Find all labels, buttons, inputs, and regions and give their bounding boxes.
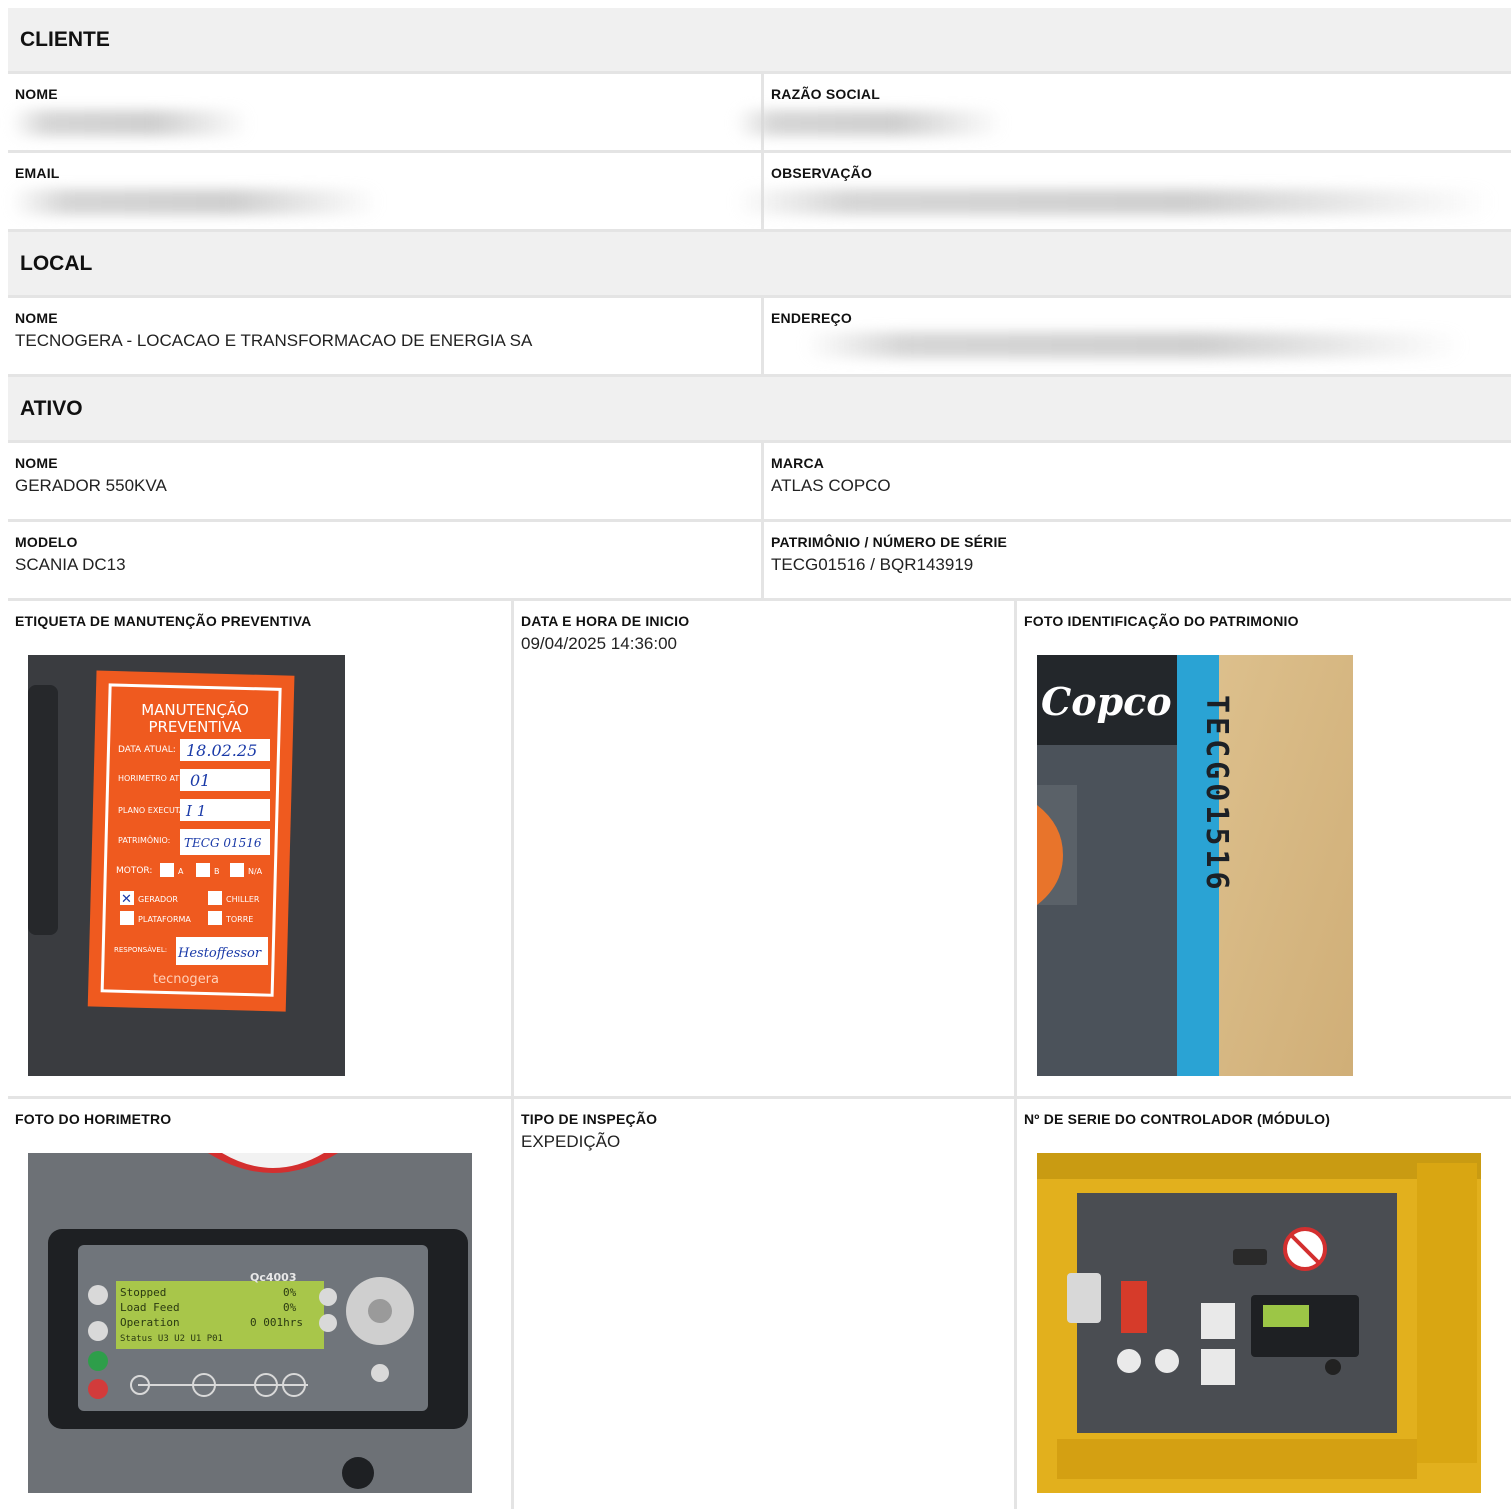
local-nome-label: NOME [15, 310, 58, 326]
local-row-1: NOME TECNOGERA - LOCACAO E TRANSFORMACAO… [8, 298, 1511, 377]
cliente-row-2: EMAIL OBSERVAÇÃO [8, 153, 1511, 232]
ativo-patrimonio-label: PATRIMÔNIO / NÚMERO DE SÉRIE [771, 534, 1008, 550]
horimetro-line1: Stopped [120, 1286, 166, 1299]
redacted-value [804, 332, 1464, 358]
ativo-photo-row-1: ETIQUETA DE MANUTENÇÃO PREVENTIVA MANUTE… [8, 601, 1511, 1099]
local-endereco-label: ENDEREÇO [771, 310, 852, 326]
ativo-patrimonio-value: TECG01516 / BQR143919 [771, 555, 974, 574]
ativo-marca-label: MARCA [771, 455, 825, 471]
ativo-nome-value: GERADOR 550KVA [15, 476, 167, 495]
cliente-razao-label: RAZÃO SOCIAL [771, 86, 880, 102]
redacted-value [734, 110, 1004, 136]
data-inicio-cell: DATA E HORA DE INICIO 09/04/2025 14:36:0… [511, 601, 1014, 1096]
etiqueta-patrimonio-value: TECG 01516 [184, 836, 262, 850]
etiqueta-responsavel-value: Hestoffessor [177, 946, 262, 961]
cliente-nome-cell: NOME [8, 74, 761, 150]
tipo-inspecao-label: TIPO DE INSPEÇÃO [521, 1111, 658, 1127]
etiqueta-torre: TORRE [225, 915, 253, 924]
etiqueta-opt-a: A [178, 867, 184, 876]
etiqueta-plano-value: I 1 [185, 802, 206, 820]
cliente-obs-cell: OBSERVAÇÃO [734, 153, 1511, 229]
local-nome-cell: NOME TECNOGERA - LOCACAO E TRANSFORMACAO… [8, 298, 761, 374]
ativo-modelo-value: SCANIA DC13 [15, 555, 126, 574]
svg-text:✕: ✕ [121, 892, 132, 907]
etiqueta-cell: ETIQUETA DE MANUTENÇÃO PREVENTIVA MANUTE… [8, 601, 511, 1096]
foto-id-plate-text: TECG01516 [1199, 695, 1234, 894]
etiqueta-gerador: GERADOR [138, 895, 178, 904]
cliente-email-cell: EMAIL [8, 153, 761, 229]
cliente-razao-cell: RAZÃO SOCIAL [734, 74, 1511, 150]
horimetro-line3-val: 0 001hrs [250, 1316, 303, 1329]
serie-controlador-photo[interactable] [1037, 1153, 1481, 1493]
etiqueta-title-2: PREVENTIVA [148, 718, 242, 736]
etiqueta-motor-label: MOTOR: [116, 866, 152, 876]
etiqueta-data-atual-value: 18.02.25 [186, 741, 257, 760]
etiqueta-opt-b: B [214, 867, 220, 876]
horimetro-model: Qc4003 [250, 1271, 297, 1284]
horimetro-cell: FOTO DO HORIMETRO Qc4003 Stopped 0% Load… [8, 1099, 511, 1509]
foto-id-label: FOTO IDENTIFICAÇÃO DO PATRIMONIO [1024, 613, 1299, 629]
ativo-nome-label: NOME [15, 455, 58, 471]
section-local-title: LOCAL [8, 232, 1511, 298]
local-endereco-cell: ENDEREÇO [761, 298, 1511, 374]
ativo-nome-cell: NOME GERADOR 550KVA [8, 443, 761, 519]
cliente-row-1: NOME RAZÃO SOCIAL [8, 74, 1511, 153]
horimetro-photo[interactable]: Qc4003 Stopped 0% Load Feed 0% Operation… [28, 1153, 472, 1493]
etiqueta-opt-na: N/A [248, 867, 263, 876]
horimetro-line2-val: 0% [283, 1301, 297, 1314]
serie-controlador-label: Nº DE SERIE DO CONTROLADOR (MÓDULO) [1024, 1111, 1331, 1127]
redacted-value [734, 189, 1494, 215]
ativo-marca-value: ATLAS COPCO [771, 476, 891, 495]
etiqueta-horimetro-value: 01 [190, 771, 210, 790]
tipo-inspecao-value: EXPEDIÇÃO [521, 1132, 621, 1151]
horimetro-line3: Operation [120, 1316, 180, 1329]
etiqueta-patrimonio-label: PATRIMÔNIO: [118, 834, 170, 845]
foto-id-cell: FOTO IDENTIFICAÇÃO DO PATRIMONIO Copco T… [1014, 601, 1511, 1096]
horimetro-line1-val: 0% [283, 1286, 297, 1299]
data-inicio-label: DATA E HORA DE INICIO [521, 613, 690, 629]
inspection-report: CLIENTE NOME RAZÃO SOCIAL EMAIL OBSERVAÇ… [8, 8, 1511, 1509]
ativo-modelo-label: MODELO [15, 534, 78, 550]
section-ativo-title: ATIVO [8, 377, 1511, 443]
etiqueta-chiller: CHILLER [226, 895, 260, 904]
ativo-modelo-cell: MODELO SCANIA DC13 [8, 522, 761, 598]
ativo-row-1: NOME GERADOR 550KVA MARCA ATLAS COPCO [8, 443, 1511, 522]
etiqueta-responsavel-label: RESPONSÁVEL: [114, 945, 167, 954]
local-nome-value: TECNOGERA - LOCACAO E TRANSFORMACAO DE E… [15, 331, 533, 350]
horimetro-line2: Load Feed [120, 1301, 180, 1314]
etiqueta-brand: tecnogera [153, 972, 219, 987]
foto-id-brand-text: Copco [1041, 679, 1172, 724]
serie-controlador-cell: Nº DE SERIE DO CONTROLADOR (MÓDULO) [1014, 1099, 1511, 1509]
data-inicio-value: 09/04/2025 14:36:00 [521, 634, 677, 653]
redacted-value [10, 110, 250, 136]
section-cliente-title: CLIENTE [8, 8, 1511, 74]
ativo-marca-cell: MARCA ATLAS COPCO [761, 443, 1511, 519]
tipo-inspecao-cell: TIPO DE INSPEÇÃO EXPEDIÇÃO [511, 1099, 1014, 1509]
etiqueta-photo[interactable]: MANUTENÇÃO PREVENTIVA DATA ATUAL: 18.02.… [28, 655, 345, 1076]
horimetro-label: FOTO DO HORIMETRO [15, 1111, 172, 1127]
etiqueta-data-atual-label: DATA ATUAL: [118, 745, 176, 755]
etiqueta-title-1: MANUTENÇÃO [141, 700, 249, 719]
ativo-photo-row-2: FOTO DO HORIMETRO Qc4003 Stopped 0% Load… [8, 1099, 1511, 1509]
cliente-nome-label: NOME [15, 86, 58, 102]
etiqueta-plataforma: PLATAFORMA [138, 915, 191, 924]
redacted-value [10, 189, 380, 215]
ativo-patrimonio-cell: PATRIMÔNIO / NÚMERO DE SÉRIE TECG01516 /… [761, 522, 1511, 598]
cliente-obs-label: OBSERVAÇÃO [771, 165, 873, 181]
etiqueta-label: ETIQUETA DE MANUTENÇÃO PREVENTIVA [15, 613, 312, 629]
horimetro-line4: Status U3 U2 U1 P01 [120, 1334, 223, 1344]
foto-id-photo[interactable]: Copco TECG01516 [1037, 655, 1353, 1076]
ativo-row-2: MODELO SCANIA DC13 PATRIMÔNIO / NÚMERO D… [8, 522, 1511, 601]
cliente-email-label: EMAIL [15, 165, 60, 181]
